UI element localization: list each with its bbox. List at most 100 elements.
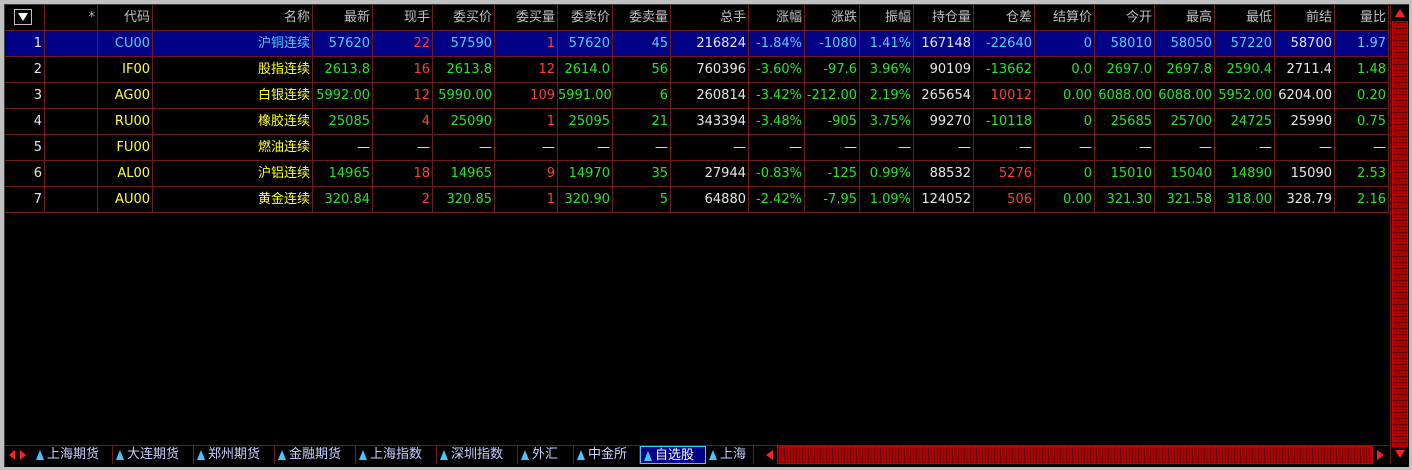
cell-bidv: 1 bbox=[495, 31, 558, 57]
tab-6[interactable]: 外汇 bbox=[518, 446, 574, 464]
hscroll-left-icon[interactable] bbox=[763, 448, 775, 462]
column-header-ask[interactable]: 委卖价 bbox=[558, 5, 613, 31]
hscroll-right-icon[interactable] bbox=[1375, 448, 1387, 462]
tab-8[interactable]: 自选股 bbox=[640, 446, 706, 464]
cell-oid: -10118 bbox=[974, 109, 1035, 135]
column-header-last[interactable]: 最新 bbox=[313, 5, 373, 31]
cell-low: 5952.00 bbox=[1215, 83, 1275, 109]
column-header-pct[interactable]: 涨幅 bbox=[749, 5, 805, 31]
cell-pct: — bbox=[749, 135, 805, 161]
tab-label: 上海 bbox=[720, 447, 747, 462]
cell-pct: -3.48% bbox=[749, 109, 805, 135]
cell-ratio: 1.97 bbox=[1335, 31, 1389, 57]
column-header-open[interactable]: 今开 bbox=[1095, 5, 1155, 31]
scroll-down-icon[interactable] bbox=[1392, 447, 1408, 461]
horizontal-scroll-track[interactable] bbox=[777, 446, 1373, 464]
table-row[interactable]: 7 AU00 黄金连续 320.84 2 320.85 1 320.90 5 64880 -2.42… bbox=[5, 187, 1389, 213]
vertical-scrollbar[interactable] bbox=[1390, 5, 1409, 463]
cell-last: 2613.8 bbox=[313, 57, 373, 83]
column-header-askv[interactable]: 委卖量 bbox=[613, 5, 671, 31]
tab-9[interactable]: 上海 bbox=[706, 446, 754, 464]
column-header-vol[interactable]: 总手 bbox=[671, 5, 749, 31]
tab-2[interactable]: 郑州期货 bbox=[194, 446, 275, 464]
cell-ask: 2614.0 bbox=[558, 57, 613, 83]
cell-pct: -0.83% bbox=[749, 161, 805, 187]
tab-7[interactable]: 中金所 bbox=[574, 446, 640, 464]
column-header-settle[interactable]: 结算价 bbox=[1035, 5, 1095, 31]
tab-prev-icon[interactable] bbox=[8, 449, 16, 461]
tab-marker-icon bbox=[440, 450, 448, 460]
cell-bid: — bbox=[433, 135, 495, 161]
column-header-oid[interactable]: 仓差 bbox=[974, 5, 1035, 31]
tab-0[interactable]: 上海期货 bbox=[33, 446, 113, 464]
cell-code: AU00 bbox=[98, 187, 153, 213]
cell-idx: 5 bbox=[5, 135, 45, 161]
cell-low: 2590.4 bbox=[1215, 57, 1275, 83]
cell-low: 318.00 bbox=[1215, 187, 1275, 213]
cell-pre: 6204.00 bbox=[1275, 83, 1335, 109]
cell-last: 14965 bbox=[313, 161, 373, 187]
cell-name: 橡胶连续 bbox=[153, 109, 313, 135]
cell-chg: -212.00 bbox=[805, 83, 860, 109]
column-header-ratio[interactable]: 量比 bbox=[1335, 5, 1389, 31]
column-header-idx[interactable] bbox=[5, 5, 45, 31]
tab-1[interactable]: 大连期货 bbox=[113, 446, 194, 464]
cell-high: 15040 bbox=[1155, 161, 1215, 187]
table-row[interactable]: 2 IF00 股指连续 2613.8 16 2613.8 12 2614.0 56 760396-… bbox=[5, 57, 1389, 83]
cell-settle: 0 bbox=[1035, 31, 1095, 57]
tab-4[interactable]: 上海指数 bbox=[356, 446, 437, 464]
cell-high: 58050 bbox=[1155, 31, 1215, 57]
cell-idx: 6 bbox=[5, 161, 45, 187]
table-row[interactable]: 6 AL00 沪铝连续 14965 18 14965 9 14970 35 27944 -0.83%… bbox=[5, 161, 1389, 187]
cell-idx: 3 bbox=[5, 83, 45, 109]
cell-oi: — bbox=[914, 135, 974, 161]
column-header-pre[interactable]: 前结 bbox=[1275, 5, 1335, 31]
cell-settle: 0.00 bbox=[1035, 83, 1095, 109]
scroll-up-icon[interactable] bbox=[1392, 6, 1408, 20]
column-header-high[interactable]: 最高 bbox=[1155, 5, 1215, 31]
table-row[interactable]: 4 RU00 橡胶连续 25085 4 25090 1 25095 21 343394 -3.48%… bbox=[5, 109, 1389, 135]
column-header-star[interactable]: * bbox=[45, 5, 98, 31]
vertical-scroll-track[interactable] bbox=[1392, 21, 1408, 447]
tab-label: 自选股 bbox=[655, 448, 695, 463]
column-header-bidv[interactable]: 委买量 bbox=[495, 5, 558, 31]
cell-open: 2697.0 bbox=[1095, 57, 1155, 83]
cell-code: RU00 bbox=[98, 109, 153, 135]
column-header-cur[interactable]: 现手 bbox=[373, 5, 433, 31]
table-row[interactable]: 5 FU00 燃油连续 — — — — — — — — — — — — — — — — — — bbox=[5, 135, 1389, 161]
cell-settle: 0.0 bbox=[1035, 57, 1095, 83]
cell-star bbox=[45, 109, 98, 135]
tab-marker-icon bbox=[116, 450, 124, 460]
cell-vol: 64880 bbox=[671, 187, 749, 213]
cell-bidv: 1 bbox=[495, 187, 558, 213]
tab-next-icon[interactable] bbox=[19, 449, 27, 461]
column-header-oi[interactable]: 持仓量 bbox=[914, 5, 974, 31]
column-header-bid[interactable]: 委买价 bbox=[433, 5, 495, 31]
table-row[interactable]: 3 AG00 白银连续 5992.00 12 5990.00 109 5991.00 6 2608… bbox=[5, 83, 1389, 109]
cell-bidv: 109 bbox=[495, 83, 558, 109]
cell-code: AG00 bbox=[98, 83, 153, 109]
cell-star bbox=[45, 187, 98, 213]
cell-askv: 35 bbox=[613, 161, 671, 187]
cell-open: — bbox=[1095, 135, 1155, 161]
tab-3[interactable]: 金融期货 bbox=[275, 446, 356, 464]
cell-chg: -97.6 bbox=[805, 57, 860, 83]
column-header-low[interactable]: 最低 bbox=[1215, 5, 1275, 31]
cell-chg: -7.95 bbox=[805, 187, 860, 213]
cell-amp: 3.96% bbox=[860, 57, 914, 83]
column-header-code[interactable]: 代码 bbox=[98, 5, 153, 31]
cell-bid: 2613.8 bbox=[433, 57, 495, 83]
cell-bidv: 9 bbox=[495, 161, 558, 187]
column-header-name[interactable]: 名称 bbox=[153, 5, 313, 31]
cell-oi: 88532 bbox=[914, 161, 974, 187]
tab-marker-icon bbox=[36, 450, 44, 460]
cell-askv: 5 bbox=[613, 187, 671, 213]
column-header-chg[interactable]: 涨跌 bbox=[805, 5, 860, 31]
table-row[interactable]: 1 CU00 沪铜连续 57620 22 57590 1 57620 45 216824 -1.84… bbox=[5, 31, 1389, 57]
column-header-amp[interactable]: 振幅 bbox=[860, 5, 914, 31]
cell-ask: 320.90 bbox=[558, 187, 613, 213]
tab-5[interactable]: 深圳指数 bbox=[437, 446, 518, 464]
tab-marker-icon bbox=[577, 450, 585, 460]
cell-last: — bbox=[313, 135, 373, 161]
cell-pct: -3.60% bbox=[749, 57, 805, 83]
